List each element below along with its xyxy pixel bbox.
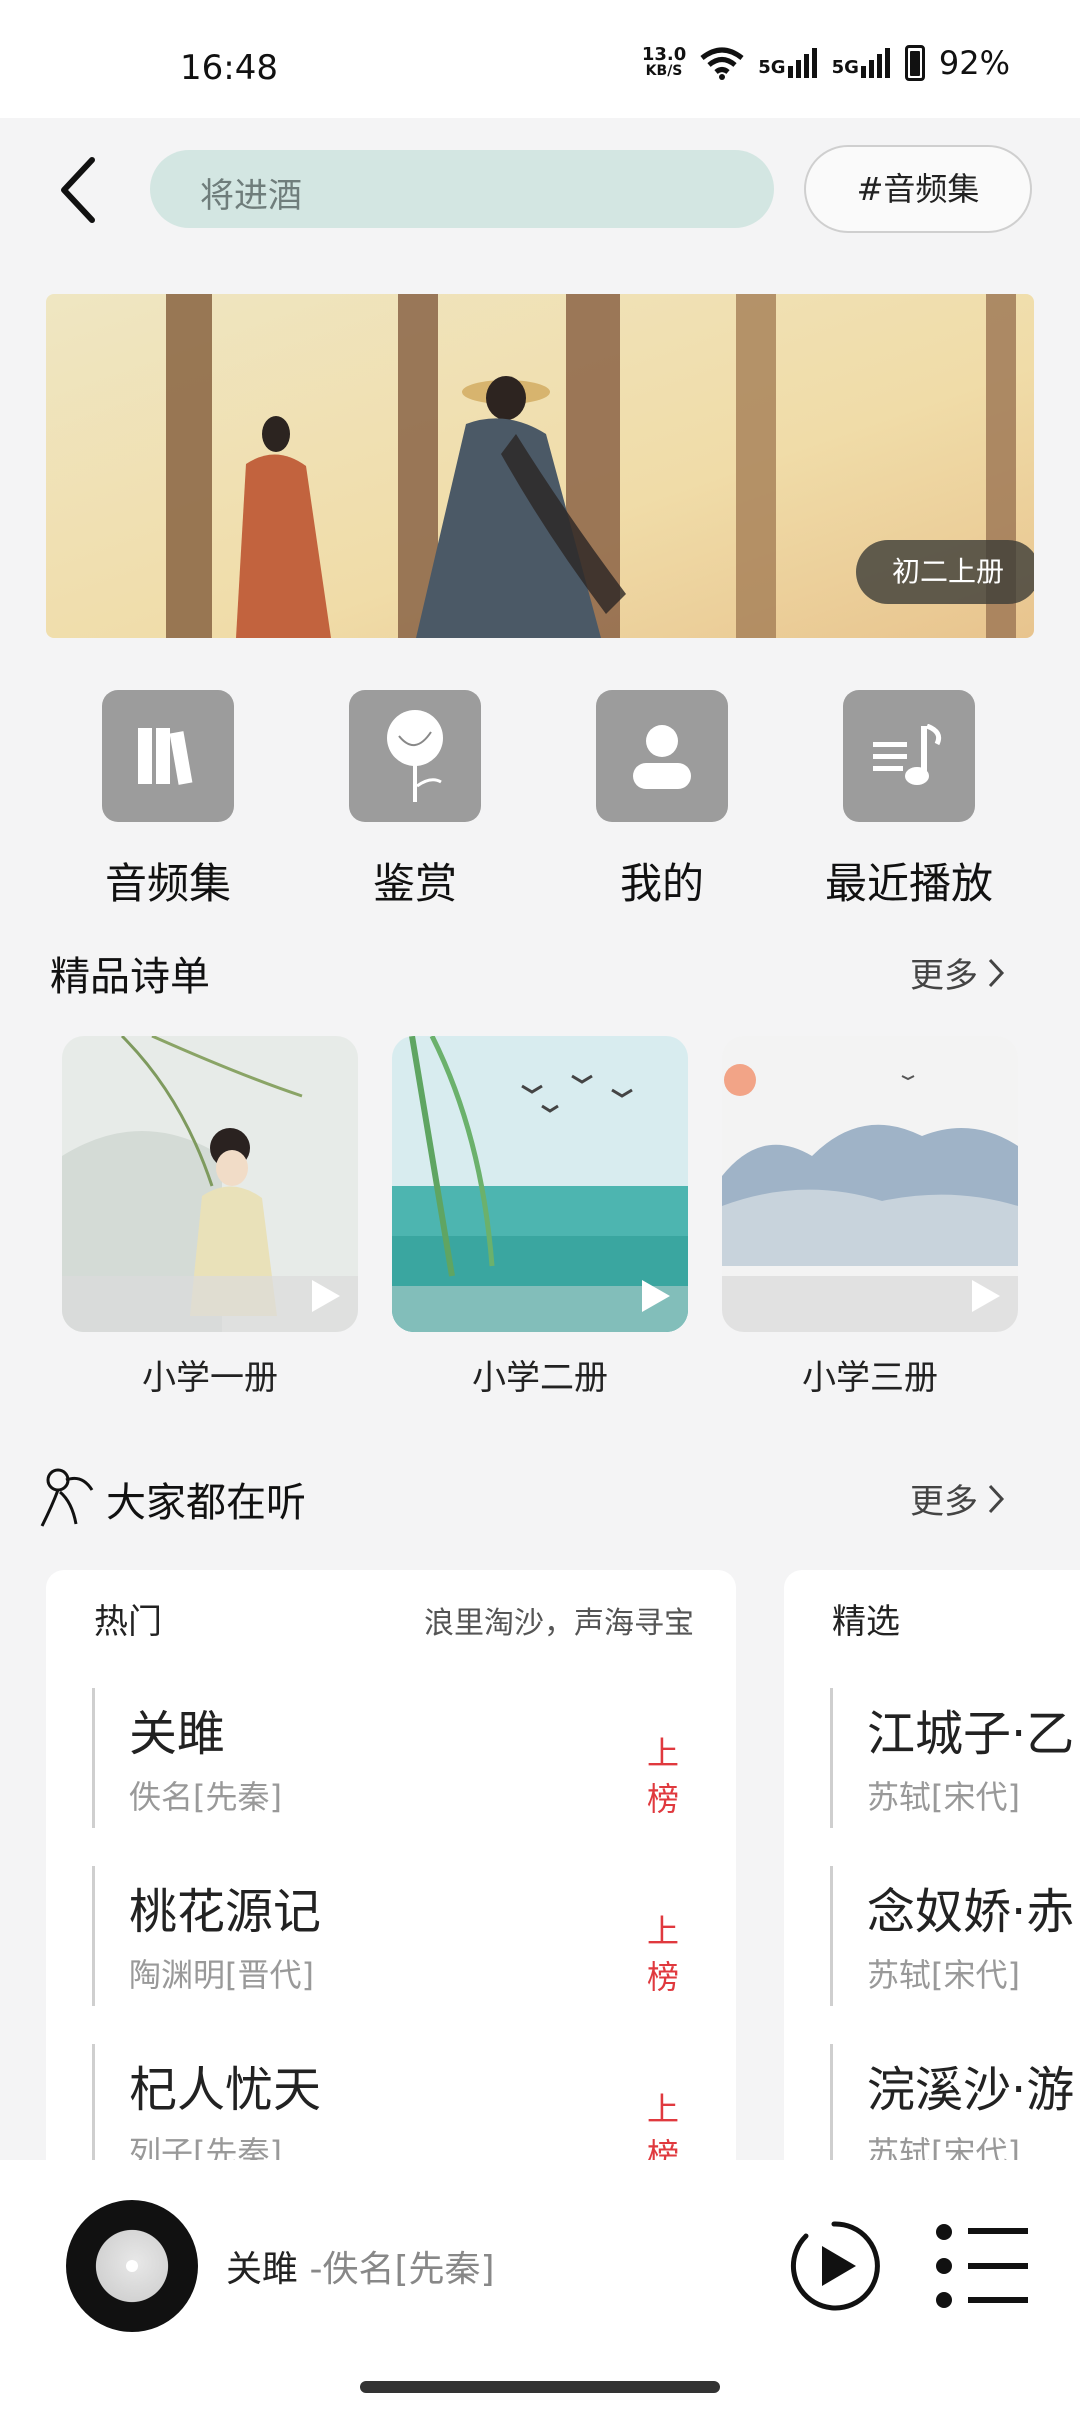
now-playing-title: 关雎 [226, 2249, 299, 2290]
flower-icon [349, 690, 481, 822]
status-time: 16:48 [180, 48, 278, 88]
banner-badge: 初二上册 [856, 540, 1034, 604]
play-icon [972, 1280, 1000, 1312]
signal-label: 5G [758, 57, 786, 78]
back-button[interactable] [50, 150, 110, 230]
wifi-icon [700, 47, 744, 80]
playlist-cover [722, 1036, 1018, 1332]
song-author: 苏轼[宋代] [867, 1956, 1020, 1994]
net-speed-unit: KB/S [645, 63, 683, 79]
song-title: 桃花源记 [129, 1884, 322, 1940]
net-speed-value: 13.0 [641, 44, 687, 65]
user-icon [596, 690, 728, 822]
nav-mine[interactable]: 我的 [596, 690, 728, 908]
playlist-title: 小学一册 [142, 1358, 278, 1398]
more-label: 更多 [910, 956, 978, 996]
song-item[interactable]: 念奴娇·赤 苏轼[宋代] [830, 1866, 1080, 2006]
net-speed: 13.0 KB/S [642, 46, 686, 80]
playlist-cover [62, 1036, 358, 1332]
search-value: 将进酒 [200, 176, 302, 216]
nav-audio-collection[interactable]: 音频集 [102, 690, 234, 908]
now-playing-artist: -佚名[先秦] [309, 2249, 495, 2290]
song-title: 杞人忧天 [129, 2062, 322, 2118]
status-bar: 16:48 13.0 KB/S 5G 5G 92% [0, 0, 1080, 118]
chevron-right-icon [988, 1484, 1005, 1513]
play-icon [642, 1280, 670, 1312]
song-author: 陶渊明[晋代] [129, 1956, 314, 1994]
playlist-icon[interactable] [934, 2224, 1030, 2308]
playlist-card[interactable]: 小学一册 [62, 1036, 358, 1399]
song-title: 念奴娇·赤 [867, 1884, 1075, 1940]
more-label: 更多 [910, 1482, 978, 1522]
song-title: 浣溪沙·游 [867, 2062, 1075, 2118]
picked-card-title: 精选 [832, 1602, 900, 1642]
playlist-music-icon [843, 690, 975, 822]
home-indicator[interactable] [360, 2381, 720, 2393]
mini-player[interactable]: 关雎 -佚名[先秦] [0, 2160, 1080, 2412]
listening-section-title: 大家都在听 [106, 1480, 306, 1526]
dancer-icon [40, 1468, 94, 1527]
playlist-title: 小学二册 [472, 1358, 608, 1398]
battery-icon [904, 45, 925, 81]
battery-level: 92% [938, 44, 1010, 82]
signal-bars-icon [787, 48, 817, 78]
nav-appreciation[interactable]: 鉴赏 [349, 690, 481, 908]
play-button[interactable] [786, 2218, 882, 2314]
song-title: 关雎 [129, 1706, 226, 1762]
song-title: 江城子·乙 [867, 1706, 1075, 1762]
nav-label: 我的 [619, 859, 705, 908]
song-author: 佚名[先秦] [129, 1778, 282, 1816]
song-item[interactable]: 关雎 佚名[先秦] 上榜 [92, 1688, 692, 1828]
song-item[interactable]: 桃花源记 陶渊明[晋代] 上榜 [92, 1866, 692, 2006]
signal-label: 5G [831, 57, 859, 78]
rank-badge: 上榜 [647, 1734, 680, 1818]
song-item[interactable]: 江城子·乙 苏轼[宋代] [830, 1688, 1080, 1828]
nav-label: 音频集 [104, 859, 232, 908]
chevron-right-icon [988, 958, 1005, 987]
signal-5g-2: 5G [832, 48, 891, 78]
signal-5g-1: 5G [758, 48, 817, 78]
banner[interactable]: 初二上册 [46, 294, 1034, 638]
status-icons: 13.0 KB/S 5G 5G 92% [642, 44, 1010, 82]
song-author: 苏轼[宋代] [867, 1778, 1020, 1816]
play-icon [312, 1280, 340, 1312]
playlist-cover [392, 1036, 688, 1332]
hot-card-title: 热门 [94, 1602, 162, 1642]
audio-collection-tag-button[interactable]: #音频集 [804, 145, 1032, 233]
chevron-left-icon [61, 157, 95, 223]
listening-more-link[interactable]: 更多 [910, 1474, 1006, 1523]
nav-recent-played[interactable]: 最近播放 [825, 690, 993, 908]
hot-card-slogan: 浪里淘沙，声海寻宝 [424, 1606, 694, 1641]
rank-badge: 上榜 [647, 1912, 680, 1996]
nav-label: 最近播放 [824, 859, 994, 908]
playlist-title: 小学三册 [802, 1358, 938, 1398]
books-icon [102, 690, 234, 822]
signal-bars-icon [860, 48, 890, 78]
now-playing: 关雎 -佚名[先秦] [226, 2240, 495, 2292]
featured-section-title: 精品诗单 [50, 954, 210, 1000]
album-disc [66, 2200, 198, 2332]
playlist-card[interactable]: 小学三册 [722, 1036, 1018, 1399]
nav-label: 鉴赏 [372, 859, 458, 908]
search-input[interactable]: 将进酒 [150, 150, 774, 228]
playlist-card[interactable]: 小学二册 [392, 1036, 688, 1399]
featured-more-link[interactable]: 更多 [910, 948, 1006, 997]
